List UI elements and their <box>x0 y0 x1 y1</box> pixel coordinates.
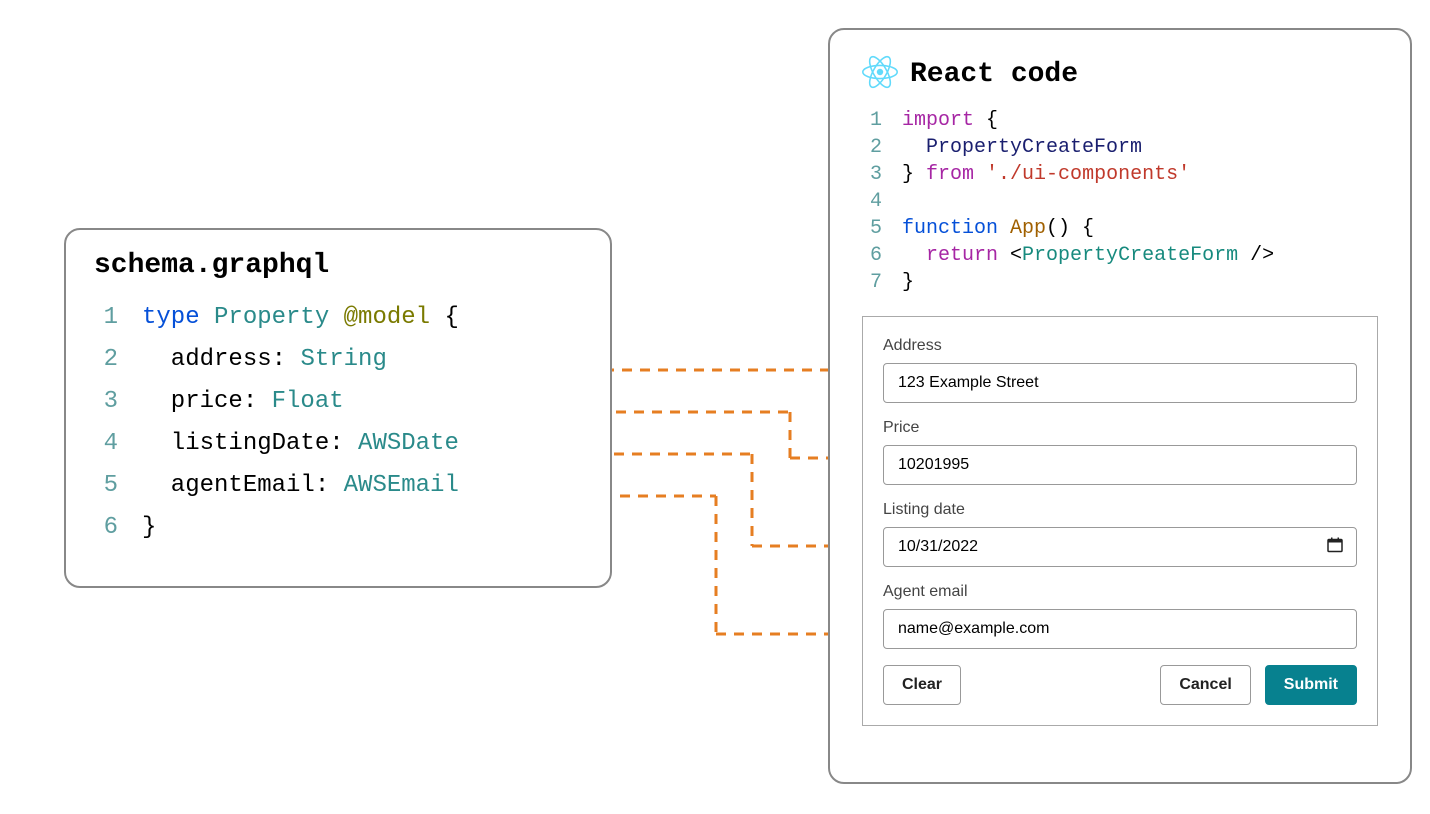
agent-email-row: Agent email <box>883 583 1357 649</box>
agent-email-label: Agent email <box>883 583 1357 601</box>
clear-button[interactable]: Clear <box>883 665 961 705</box>
cancel-button[interactable]: Cancel <box>1160 665 1250 705</box>
react-icon <box>862 54 898 95</box>
react-panel-header: React code <box>862 54 1378 95</box>
listing-date-input[interactable] <box>883 527 1357 567</box>
price-input[interactable] <box>883 445 1357 485</box>
address-row: Address <box>883 337 1357 403</box>
address-label: Address <box>883 337 1357 355</box>
submit-button[interactable]: Submit <box>1265 665 1357 705</box>
schema-code: 1type Property @model {2 address: String… <box>94 297 582 549</box>
schema-panel: schema.graphql 1type Property @model {2 … <box>64 228 612 588</box>
schema-title: schema.graphql <box>94 250 582 281</box>
react-title: React code <box>910 59 1078 90</box>
price-row: Price <box>883 419 1357 485</box>
listing-date-row: Listing date <box>883 501 1357 567</box>
agent-email-input[interactable] <box>883 609 1357 649</box>
price-label: Price <box>883 419 1357 437</box>
property-create-form: Address Price Listing date <box>862 316 1378 726</box>
react-panel: React code 1import {2 PropertyCreateForm… <box>828 28 1412 784</box>
react-code: 1import {2 PropertyCreateForm3} from './… <box>862 107 1378 296</box>
address-input[interactable] <box>883 363 1357 403</box>
form-buttons: Clear Cancel Submit <box>883 665 1357 705</box>
listing-date-label: Listing date <box>883 501 1357 519</box>
